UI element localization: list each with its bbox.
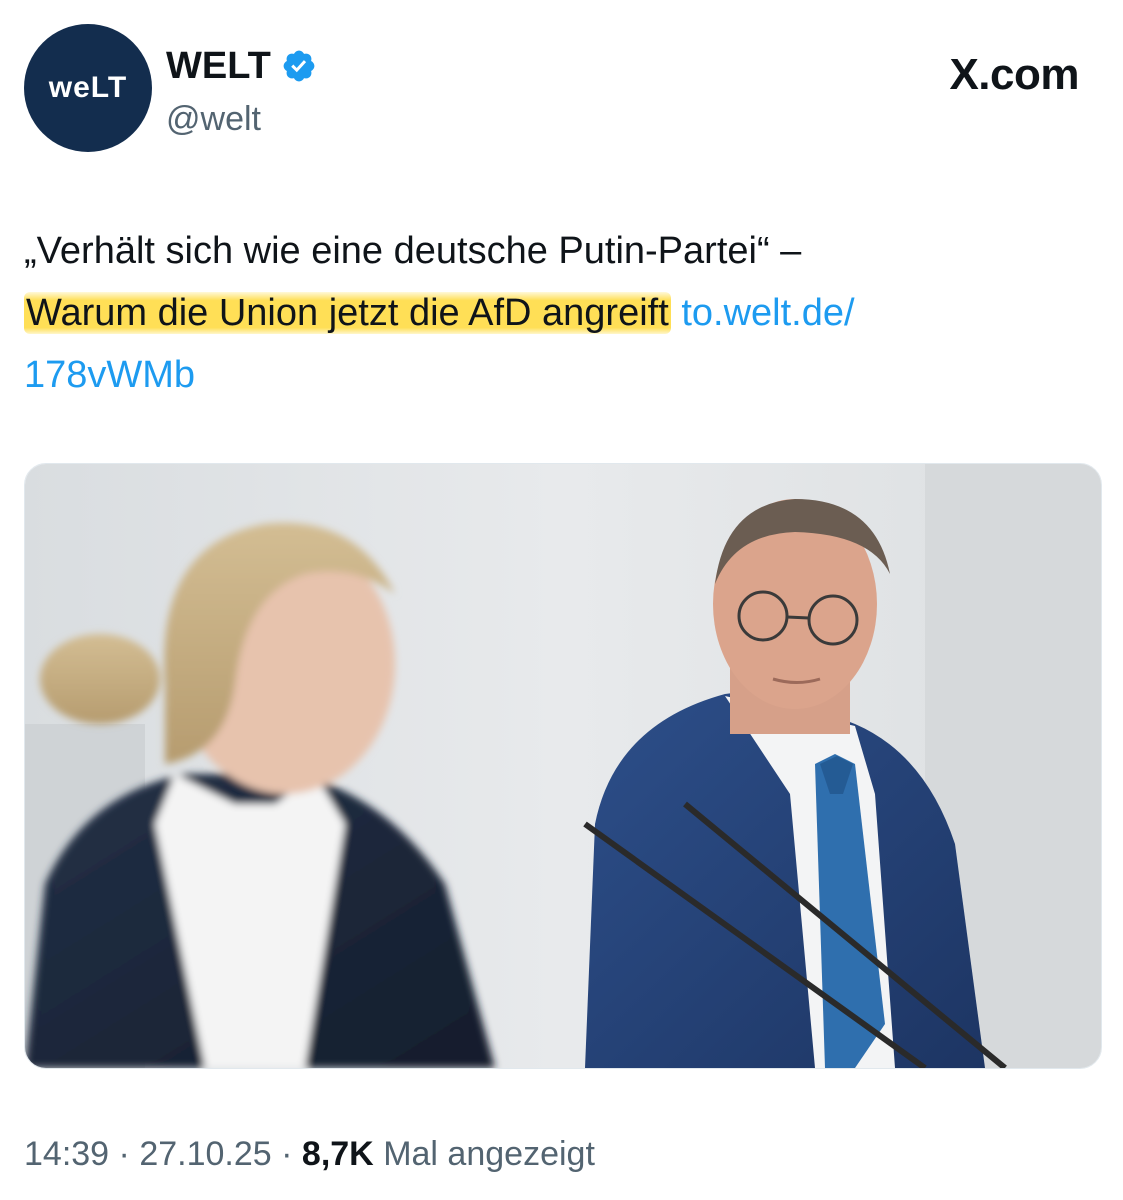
tweet-photo[interactable] (24, 463, 1102, 1069)
tweet-link-part2: 178vWMb (24, 354, 196, 396)
tweet-text-line1: „Verhält sich wie eine deutsche Putin-Pa… (24, 230, 802, 272)
meta-separator: · (118, 1135, 130, 1173)
tweet-date[interactable]: 27.10.25 (139, 1135, 271, 1173)
verified-badge-icon (283, 50, 315, 82)
display-name[interactable]: WELT (166, 44, 317, 88)
views-label: Mal angezeigt (383, 1135, 595, 1173)
photo-of-two-politicians-icon (25, 464, 1101, 1068)
account-handle[interactable]: @welt (166, 98, 261, 140)
tweet-text: „Verhält sich wie eine deutsche Putin-Pa… (24, 220, 1094, 406)
highlighted-text: Warum die Union jetzt die AfD angreift (24, 292, 671, 334)
views-count[interactable]: 8,7K (302, 1135, 374, 1173)
avatar[interactable]: weLT (24, 24, 152, 152)
meta-separator: · (281, 1135, 293, 1173)
avatar-logo-text: weLT (48, 71, 128, 104)
tweet-time[interactable]: 14:39 (24, 1135, 109, 1173)
tweet-meta: 14:39 · 27.10.25 · 8,7K Mal angezeigt (24, 1132, 595, 1176)
tweet-link-part1: to.welt.de/ (681, 292, 855, 334)
display-name-text: WELT (166, 45, 271, 87)
x-brand-label: X.com (949, 50, 1079, 99)
